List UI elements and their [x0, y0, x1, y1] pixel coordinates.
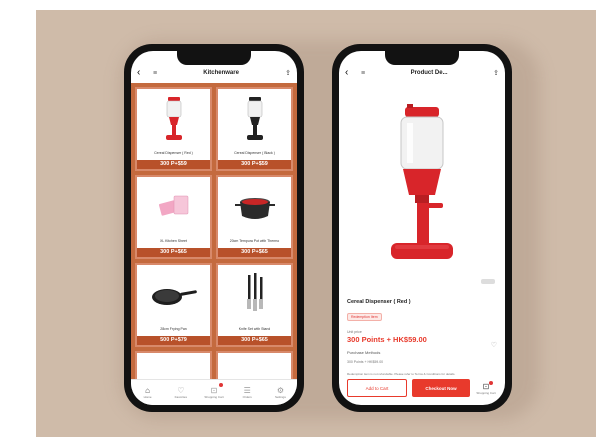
tab-label: Shopping Cart [204, 395, 224, 399]
notch [385, 51, 459, 65]
redemption-tag: Redemption Item [347, 313, 382, 321]
notification-dot [489, 380, 493, 385]
product-card[interactable]: Knife Set with Stand 300 P+$65 [216, 263, 293, 347]
kitchen-sheet-image [137, 177, 210, 239]
tab-label: Home [143, 395, 152, 399]
product-image [339, 83, 505, 293]
gear-icon: ⚙ [276, 386, 284, 395]
payment-method-value[interactable]: 300 Points + HK$59.00 [347, 360, 497, 364]
tab-settings[interactable]: ⚙ Settings [264, 380, 297, 405]
product-name: 20cm Tempura Pot with Thermo [229, 239, 280, 243]
product-price: 500 P+$79 [137, 336, 210, 345]
product-name: Cereal Dispenser ( Red ) [154, 151, 193, 155]
share-icon[interactable]: ⇪ [285, 69, 291, 77]
tab-label: Settings [274, 395, 286, 399]
product-price: 300 P+$59 [137, 160, 210, 169]
product-card[interactable]: Cereal Dispenser ( Red ) 300 P+$59 [135, 87, 212, 171]
product-name: Cereal Dispenser ( Black ) [234, 151, 275, 155]
notch [177, 51, 251, 65]
red-dispenser-image [137, 89, 210, 151]
tab-label: Favorites [174, 395, 187, 399]
share-icon[interactable]: ⇪ [493, 69, 499, 77]
cart-icon: ⊡ [210, 386, 218, 395]
action-bar: Add to Cart Checkout Now ⊡ Shopping Cart [347, 377, 497, 399]
payment-methods-label: Purchase Methods [347, 350, 381, 355]
checkout-button[interactable]: Checkout Now [412, 379, 470, 397]
product-name: 28cm Frying Pan [160, 327, 187, 331]
product-detail-screen: ‹ ≡ Product De... ⇪ Cereal Dispenser ( R… [339, 51, 505, 405]
pan-lid-image [218, 353, 291, 379]
product-info: Cereal Dispenser ( Red ) Redemption Item… [347, 299, 497, 376]
unit-price-label: Unit price [347, 330, 362, 334]
product-price: 300 P+$65 [218, 336, 291, 345]
frying-pan-image [137, 265, 210, 327]
tab-home[interactable]: ⌂ Home [131, 380, 164, 405]
points-price: 300 Points + HK$59.00 [347, 335, 427, 344]
black-dispenser-image [218, 89, 291, 151]
product-grid: Cereal Dispenser ( Red ) 300 P+$59 Cerea… [131, 83, 297, 379]
tab-shopping-cart[interactable]: ⊡ Shopping Cart [197, 380, 230, 405]
knife-set-image [218, 265, 291, 327]
page-title: Kitchenware [203, 70, 239, 76]
back-icon[interactable]: ‹ [345, 68, 355, 78]
add-to-cart-button[interactable]: Add to Cart [347, 379, 407, 397]
phone-right: ‹ ≡ Product De... ⇪ Cereal Dispenser ( R… [332, 44, 512, 412]
product-card[interactable] [216, 351, 293, 379]
tab-orders[interactable]: ☰ Orders [231, 380, 264, 405]
product-card[interactable]: 20cm Tempura Pot with Thermo 300 P+$65 [216, 175, 293, 259]
bottom-tab-bar: ⌂ Home ♡ Favorites ⊡ Shopping Cart ☰ Ord… [131, 379, 297, 405]
product-name: Cereal Dispenser ( Red ) [347, 299, 411, 305]
tab-favorites[interactable]: ♡ Favorites [164, 380, 197, 405]
heart-icon: ♡ [177, 386, 185, 395]
notification-dot [218, 383, 223, 387]
cart-label: Shopping Cart [476, 390, 496, 395]
product-price: 300 P+$65 [137, 248, 210, 257]
favorite-heart-icon[interactable]: ♡ [491, 341, 497, 349]
back-icon[interactable]: ‹ [137, 68, 147, 78]
page-title: Product De... [410, 70, 448, 76]
orders-icon: ☰ [243, 386, 251, 395]
phone-left: ‹ ≡ Kitchenware ⇪ Cereal Dispenser ( Red… [124, 44, 304, 412]
terms-note: Redemption item is not refundable. Pleas… [347, 372, 456, 376]
product-name: Knife Set with Stand [238, 327, 271, 331]
product-price: 300 P+$65 [218, 248, 291, 257]
home-icon: ⌂ [145, 386, 151, 395]
tempura-pot-image [218, 177, 291, 239]
product-card[interactable]: XL Kitchen Sheet 300 P+$65 [135, 175, 212, 259]
product-name: XL Kitchen Sheet [160, 239, 187, 243]
list-header: ‹ ≡ Kitchenware ⇪ [131, 65, 297, 81]
detail-header: ‹ ≡ Product De... ⇪ [339, 65, 505, 81]
product-card[interactable]: 28cm Frying Pan 500 P+$79 [135, 263, 212, 347]
product-list-screen: ‹ ≡ Kitchenware ⇪ Cereal Dispenser ( Red… [131, 51, 297, 405]
grill-pan-image [137, 353, 210, 379]
product-price: 300 P+$59 [218, 160, 291, 169]
image-pager-indicator[interactable] [481, 279, 495, 284]
shopping-cart-button[interactable]: ⊡ Shopping Cart [475, 380, 497, 395]
product-card[interactable]: Cereal Dispenser ( Black ) 300 P+$59 [216, 87, 293, 171]
tab-label: Orders [242, 395, 252, 399]
product-card[interactable] [135, 351, 212, 379]
